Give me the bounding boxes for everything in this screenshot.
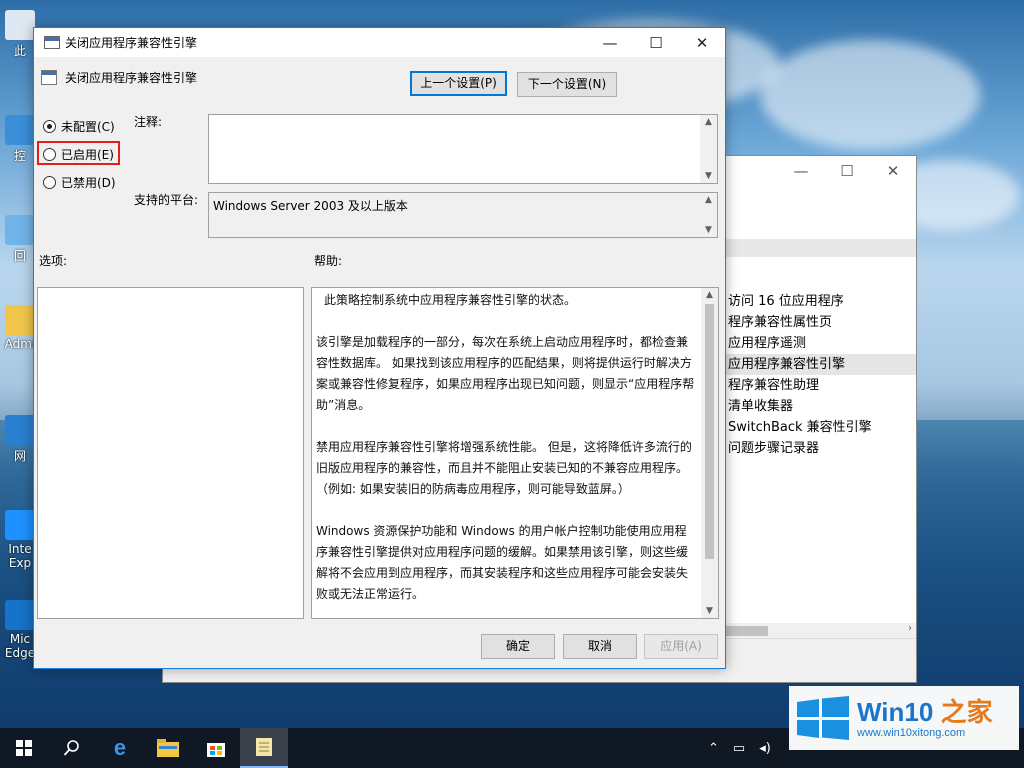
policy-name: 关闭应用程序兼容性引擎	[65, 71, 198, 85]
system-tray: ⌃ ▭ ◂)	[708, 728, 785, 768]
search-icon[interactable]	[48, 728, 96, 768]
scroll-down-icon[interactable]: ▼	[700, 225, 717, 235]
apply-button[interactable]: 应用(A)	[644, 634, 718, 659]
network-icon[interactable]: ▭	[733, 741, 745, 756]
next-setting-button[interactable]: 下一个设置(N)	[517, 72, 617, 97]
desktop-shortcut-icon	[5, 510, 35, 540]
horizontal-scrollbar[interactable]: ›	[726, 623, 916, 639]
policy-header: 关闭应用程序兼容性引擎	[41, 69, 197, 86]
comment-label: 注释:	[134, 115, 163, 129]
help-scrollbar[interactable]: ▲ ▼	[701, 288, 718, 618]
previous-setting-button[interactable]: 上一个设置(P)	[410, 71, 507, 96]
comment-textarea[interactable]: ▲ ▼	[208, 114, 718, 184]
scroll-up-icon[interactable]: ▲	[701, 290, 718, 300]
help-text: 此策略控制系统中应用程序兼容性引擎的状态。该引擎是加载程序的一部分，每次在系统上…	[316, 290, 698, 618]
platform-label: 支持的平台:	[134, 193, 199, 207]
desktop-shortcut-icon	[5, 215, 35, 245]
help-paragraph: Windows 资源保护功能和 Windows 的用户帐户控制功能使用应用程序兼…	[316, 524, 689, 601]
list-item[interactable]: 清单收集器	[726, 396, 916, 417]
scrollbar-thumb[interactable]	[726, 626, 768, 636]
comment-scrollbar[interactable]: ▲ ▼	[700, 115, 717, 183]
maximize-icon[interactable]: ☐	[633, 34, 679, 52]
file-explorer-icon[interactable]	[144, 728, 192, 768]
policy-window-icon	[44, 36, 60, 49]
list-item[interactable]: 程序兼容性助理	[726, 375, 916, 396]
radio-label: 已禁用(D)	[61, 176, 116, 190]
platform-value: Windows Server 2003 及以上版本	[213, 199, 408, 213]
dialog-title: 关闭应用程序兼容性引擎	[65, 36, 198, 50]
list-item[interactable]: 应用程序遥测	[726, 333, 916, 354]
desktop-shortcut-icon	[5, 415, 35, 445]
scroll-up-icon[interactable]: ▲	[700, 117, 717, 127]
desktop-shortcut-icon	[5, 115, 35, 145]
help-pane: 此策略控制系统中应用程序兼容性引擎的状态。该引擎是加载程序的一部分，每次在系统上…	[311, 287, 719, 619]
radio-circle[interactable]	[43, 176, 56, 189]
list-item[interactable]: SwitchBack 兼容性引擎	[726, 417, 916, 438]
ok-button[interactable]: 确定	[481, 634, 555, 659]
windows-logo-icon	[797, 696, 849, 740]
store-icon[interactable]	[192, 728, 240, 768]
column-header	[726, 239, 916, 257]
list-item[interactable]: 程序兼容性属性页	[726, 312, 916, 333]
help-label: 帮助:	[314, 254, 343, 268]
highlight-box	[37, 141, 120, 165]
help-paragraph: 禁用应用程序兼容性引擎将增强系统性能。 但是，这将降低许多流行的旧版应用程序的兼…	[316, 440, 692, 496]
scroll-down-icon[interactable]: ▼	[701, 606, 718, 616]
scroll-right-icon[interactable]: ›	[908, 623, 912, 634]
chevron-up-icon[interactable]: ⌃	[708, 741, 719, 756]
scroll-up-icon[interactable]: ▲	[700, 195, 717, 205]
notepad-icon[interactable]	[240, 728, 288, 768]
radio-circle[interactable]	[43, 120, 56, 133]
close-icon[interactable]: ✕	[679, 34, 725, 52]
platform-scrollbar[interactable]: ▲ ▼	[700, 193, 717, 237]
list-item[interactable]: 访问 16 位应用程序	[726, 291, 916, 312]
maximize-icon[interactable]: ☐	[824, 162, 870, 180]
scroll-down-icon[interactable]: ▼	[700, 171, 717, 181]
cancel-button[interactable]: 取消	[563, 634, 637, 659]
help-paragraph: 该引擎是加载程序的一部分，每次在系统上启动应用程序时，都检查兼容性数据库。 如果…	[316, 335, 695, 412]
desktop-shortcut-icon	[5, 305, 35, 335]
scrollbar-thumb[interactable]	[705, 304, 714, 559]
policy-list: 访问 16 位应用程序 程序兼容性属性页 应用程序遥测 应用程序兼容性引擎 程序兼容性助…	[726, 291, 916, 459]
start-icon[interactable]	[0, 728, 48, 768]
help-paragraph: 此策略控制系统中应用程序兼容性引擎的状态。	[324, 293, 577, 307]
desktop-shortcut-icon	[5, 10, 35, 40]
desktop-shortcut-icon	[5, 600, 35, 630]
watermark-brand: Win10 之家	[857, 697, 993, 727]
list-item[interactable]: 问题步骤记录器	[726, 438, 916, 459]
options-pane	[37, 287, 304, 619]
edge-icon[interactable]: e	[96, 728, 144, 768]
platform-field: Windows Server 2003 及以上版本 ▲ ▼	[208, 192, 718, 238]
watermark-url: www.win10xitong.com	[857, 727, 966, 739]
radio-label: 未配置(C)	[61, 120, 115, 134]
minimize-icon[interactable]: —	[778, 162, 824, 180]
radio-not-configured[interactable]: 未配置(C)	[43, 118, 115, 135]
options-label: 选项:	[39, 254, 68, 268]
minimize-icon[interactable]: —	[587, 34, 633, 52]
volume-icon[interactable]: ◂)	[759, 741, 771, 756]
list-item[interactable]: 应用程序兼容性引擎	[726, 354, 916, 375]
radio-disabled[interactable]: 已禁用(D)	[43, 174, 116, 191]
watermark: Win10 之家 www.win10xitong.com	[789, 686, 1019, 750]
policy-icon	[41, 70, 57, 85]
close-icon[interactable]: ✕	[870, 162, 916, 180]
dialog-titlebar[interactable]: 关闭应用程序兼容性引擎 — ☐ ✕	[34, 28, 725, 57]
policy-dialog: 关闭应用程序兼容性引擎 — ☐ ✕ 关闭应用程序兼容性引擎 上一个设置(P) 下…	[33, 27, 726, 669]
